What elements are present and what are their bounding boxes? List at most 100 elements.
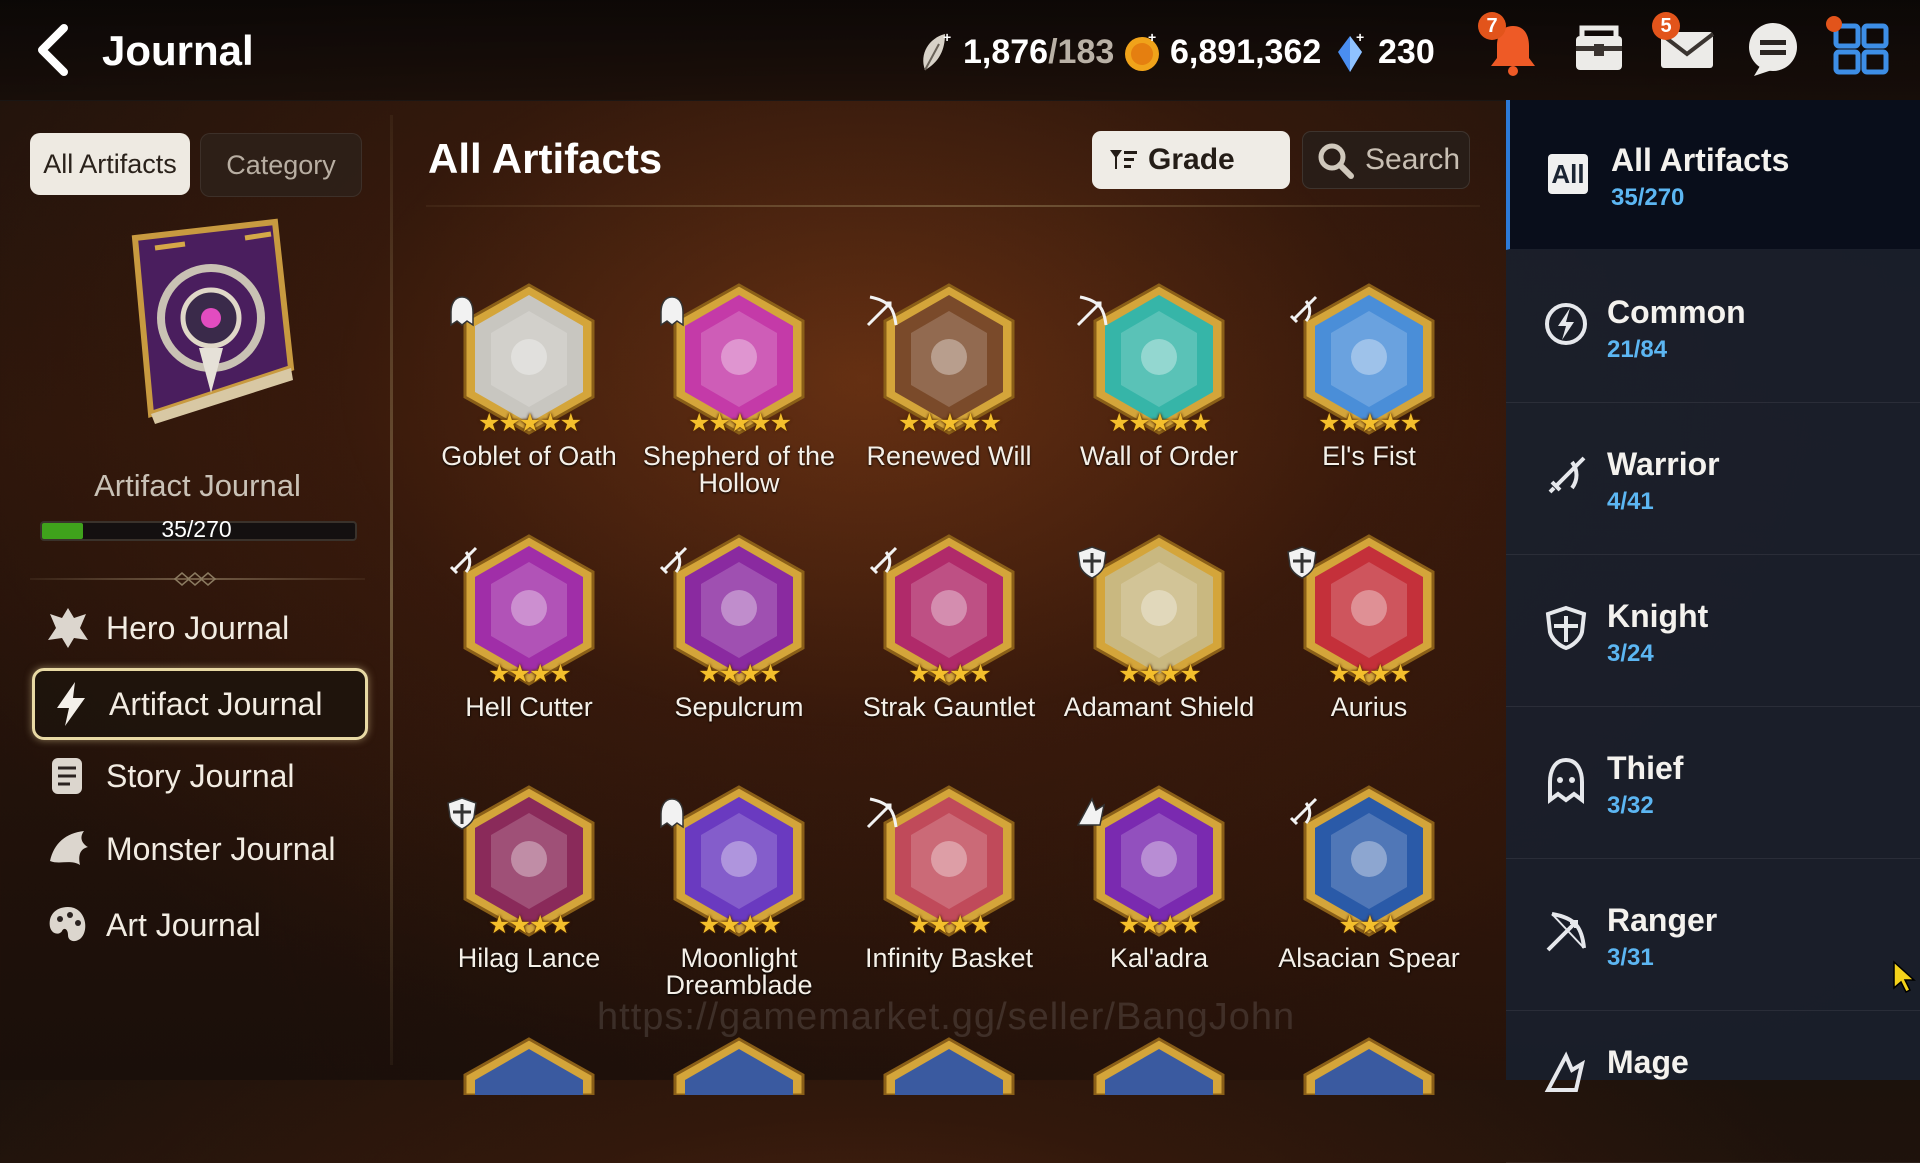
artifact-card[interactable]: ★★★★★ Renewed Will <box>846 281 1052 521</box>
warrior-class-icon <box>869 546 898 575</box>
artifact-card[interactable]: ★★★★ Kal'adra <box>1056 783 1262 1023</box>
warrior-class-icon <box>1548 456 1586 494</box>
common-class-icon <box>1545 303 1587 345</box>
main-separator <box>426 205 1480 207</box>
category-common[interactable]: Common 21/84 <box>1506 252 1920 403</box>
mail-icon[interactable]: 5 <box>1652 12 1718 80</box>
svg-text:+: + <box>1356 30 1364 45</box>
artifact-image <box>883 1037 1015 1097</box>
skystone-resource[interactable]: + 230 <box>1330 30 1435 74</box>
nav-label: Monster Journal <box>106 830 336 867</box>
notification-bell-icon[interactable]: 7 <box>1478 12 1544 80</box>
svg-text:+: + <box>943 30 951 45</box>
nav-story-journal[interactable]: Story Journal <box>32 743 362 809</box>
nav-monster-journal[interactable]: Monster Journal <box>32 816 362 882</box>
artifact-name: Hell Cutter <box>465 692 593 722</box>
ranger-class-icon <box>1546 912 1586 952</box>
warrior-class-icon <box>1289 295 1318 324</box>
gold-value: 6,891,362 <box>1170 32 1322 71</box>
stamina-resource[interactable]: + 1,876 /183 <box>915 30 1114 74</box>
tab-category[interactable]: Category <box>200 133 362 197</box>
artifact-card[interactable]: ★★★★★ Goblet of Oath <box>426 281 632 521</box>
artifact-journal-book-image <box>95 218 305 428</box>
thief-class-icon <box>660 798 684 829</box>
artifact-card-partial[interactable] <box>879 1035 1019 1097</box>
tab-all-artifacts[interactable]: All Artifacts <box>30 133 190 195</box>
thief-class-icon <box>450 296 474 327</box>
stamina-max: /183 <box>1048 32 1115 71</box>
artifact-image <box>673 1037 805 1097</box>
artifact-card[interactable]: ★★★★ Moonlight Dreamblade <box>636 783 842 1023</box>
artifact-name: Strak Gauntlet <box>862 692 1036 722</box>
mage-class-icon <box>1076 797 1106 826</box>
ranger-class-icon <box>866 797 898 829</box>
category-count: 21/84 <box>1607 336 1668 363</box>
nav-artifact-journal[interactable]: Artifact Journal <box>32 668 368 740</box>
category-mage[interactable]: Mage <box>1506 1012 1920 1163</box>
nav-art-journal[interactable]: Art Journal <box>32 892 362 958</box>
artifact-card[interactable]: ★★★★★ El's Fist <box>1266 281 1472 521</box>
grade-sort-button[interactable]: Grade <box>1092 131 1290 189</box>
nav-label: Story Journal <box>106 757 295 794</box>
category-thief[interactable]: Thief 3/32 <box>1506 708 1920 859</box>
category-count: 3/24 <box>1607 640 1654 667</box>
nav-hero-journal[interactable]: Hero Journal <box>32 595 362 661</box>
chat-icon[interactable] <box>1742 18 1804 80</box>
star-rating: ★★★★ <box>908 660 992 688</box>
mail-badge: 5 <box>1652 12 1680 40</box>
skystone-value: 230 <box>1378 32 1435 71</box>
artifact-card[interactable]: ★★★★ Sepulcrum <box>636 532 842 772</box>
page-title: Journal <box>102 27 254 74</box>
artifact-card[interactable]: ★★★★ Infinity Basket <box>846 783 1052 1023</box>
search-button[interactable]: Search <box>1302 131 1470 189</box>
artifact-card-partial[interactable] <box>1089 1035 1229 1097</box>
menu-alert-dot <box>1826 16 1842 32</box>
category-ranger[interactable]: Ranger 3/31 <box>1506 860 1920 1011</box>
category-name: All Artifacts <box>1611 142 1790 178</box>
artifact-card[interactable]: ★★★★★ Shepherd of the Hollow <box>636 281 842 521</box>
artifact-image <box>463 1037 595 1097</box>
artifact-card-partial[interactable] <box>669 1035 809 1097</box>
star-rating: ★★★★ <box>488 911 572 939</box>
artifact-card-partial[interactable] <box>459 1035 599 1097</box>
artifact-card[interactable]: ★★★★ Adamant Shield <box>1056 532 1262 772</box>
artifact-name: Renewed Will <box>866 441 1032 471</box>
star-rating: ★★★★ <box>488 660 572 688</box>
artifact-card[interactable]: ★★★★★ Wall of Order <box>1056 281 1262 521</box>
category-name: Knight <box>1607 598 1709 634</box>
category-name: Warrior <box>1607 446 1720 482</box>
star-rating: ★★★★★ <box>1107 409 1212 437</box>
artifact-card[interactable]: ★★★★ Hell Cutter <box>426 532 632 772</box>
category-name: Mage <box>1607 1044 1689 1080</box>
knight-class-icon <box>1545 605 1587 651</box>
knight-class-icon <box>1077 546 1107 579</box>
knight-class-icon <box>447 797 477 830</box>
nav-label: Hero Journal <box>106 609 290 646</box>
artifact-card-partial[interactable] <box>1299 1035 1439 1097</box>
artifact-card[interactable]: ★★★★ Aurius <box>1266 532 1472 772</box>
nav-label: Art Journal <box>106 906 261 943</box>
treasure-chest-icon[interactable] <box>1568 18 1630 80</box>
menu-grid-icon[interactable] <box>1826 16 1892 80</box>
star-rating: ★★★★ <box>1118 660 1202 688</box>
category-count: 3/32 <box>1607 792 1654 819</box>
category-knight[interactable]: Knight 3/24 <box>1506 556 1920 707</box>
back-arrow-icon[interactable] <box>28 22 84 78</box>
artifact-name: Wall of Order <box>1079 441 1239 471</box>
star-rating: ★★★ <box>1338 911 1401 939</box>
artifact-card[interactable]: ★★★ Alsacian Spear <box>1266 783 1472 1023</box>
star-rating: ★★★★ <box>908 911 992 939</box>
star-rating: ★★★★ <box>1328 660 1412 688</box>
artifact-name: Shepherd of the Hollow <box>642 441 836 498</box>
category-all-artifacts[interactable]: All All Artifacts 35/270 <box>1506 100 1920 250</box>
svg-text:+: + <box>1148 30 1156 45</box>
category-count: 35/270 <box>1611 184 1685 211</box>
search-label: Search <box>1365 143 1461 176</box>
ranger-class-icon <box>866 295 898 327</box>
artifact-card[interactable]: ★★★★ Strak Gauntlet <box>846 532 1052 772</box>
search-icon <box>1318 143 1354 179</box>
gold-resource[interactable]: + 6,891,362 <box>1122 30 1321 74</box>
artifact-card[interactable]: ★★★★ Hilag Lance <box>426 783 632 1023</box>
artifact-name: Sepulcrum <box>674 692 804 722</box>
category-warrior[interactable]: Warrior 4/41 <box>1506 404 1920 555</box>
